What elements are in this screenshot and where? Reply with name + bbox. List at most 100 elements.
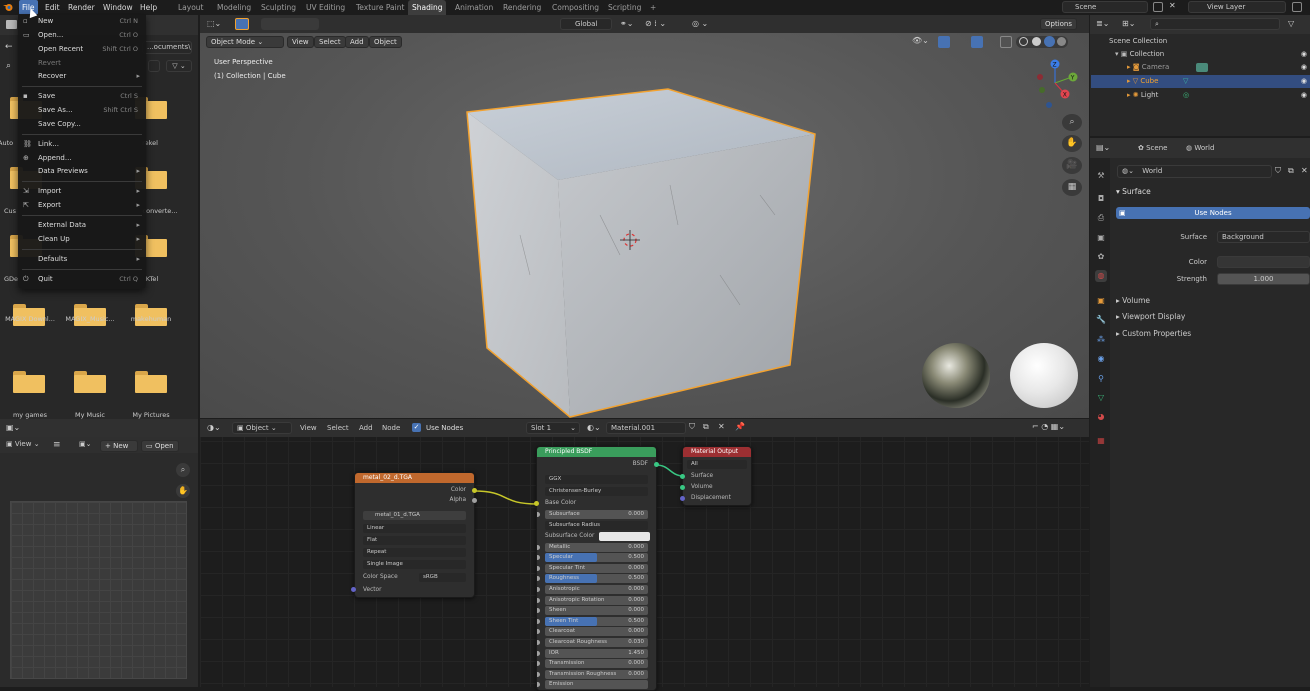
render-tab-icon[interactable]: ◘ — [1095, 193, 1107, 205]
tab-compositing[interactable]: Compositing — [548, 0, 603, 15]
menu-item-external-data[interactable]: External Data ▸ — [18, 219, 144, 232]
image-view-menu[interactable]: ▣ View ⌄ — [6, 440, 40, 448]
bsdf-param-slider[interactable]: Transmission Roughness 0.000 — [545, 669, 648, 679]
search-icon[interactable]: ⌕ — [6, 61, 11, 71]
menu-item-save[interactable]: Save Ctrl S ▪ — [18, 90, 144, 103]
folder-icon[interactable] — [135, 371, 167, 393]
surface-panel-header[interactable]: ▾ Surface — [1116, 187, 1151, 196]
view-layer-tab-icon[interactable]: ▣ — [1095, 232, 1107, 244]
param-input-socket[interactable] — [537, 587, 540, 592]
projection-dropdown[interactable]: Flat — [363, 536, 466, 545]
outliner-item-cube[interactable]: ▸ ▽ Cube ▽ ◉ — [1091, 75, 1310, 88]
surface-input-socket[interactable] — [680, 474, 685, 479]
param-input-socket[interactable] — [537, 608, 540, 614]
perspective-grid-icon[interactable]: ▦ — [1062, 179, 1082, 196]
menu-item-open-recent[interactable]: Open Recent Shift Ctrl O — [18, 43, 144, 56]
navigation-gizmo[interactable]: Z Y X — [1030, 55, 1080, 115]
menu-item-import[interactable]: Import ▸ ⇲ — [18, 185, 144, 198]
outliner-item-collection[interactable]: ▾ ▣ Collection ◉ — [1091, 48, 1310, 61]
bsdf-param-slider[interactable]: Specular Tint 0.000 — [545, 563, 648, 573]
world-datablock-field[interactable]: ◍⌄ World — [1117, 165, 1272, 178]
path-field[interactable]: ...ocuments\ — [142, 41, 192, 54]
subsurface-radius-dropdown[interactable]: Subsurface Radius — [545, 520, 648, 530]
menu-help[interactable]: Help — [137, 0, 160, 15]
bsdf-param-slider[interactable]: Transmission 0.000 — [545, 659, 648, 669]
surface-shader-dropdown[interactable]: Background — [1217, 231, 1310, 243]
bsdf-param-slider[interactable]: Subsurface 0.000 — [545, 510, 648, 519]
bsdf-param-slider[interactable]: Clearcoat Roughness 0.030 — [545, 638, 648, 647]
param-input-socket[interactable] — [537, 597, 540, 603]
bsdf-param-slider[interactable]: Anisotropic 0.000 — [545, 585, 648, 594]
world-tab-icon[interactable]: ◍ — [1095, 270, 1107, 282]
subsurface-color-swatch[interactable] — [599, 531, 650, 541]
folder-editor-icon[interactable] — [6, 20, 17, 29]
properties-type-icon[interactable]: ▤⌄ — [1096, 143, 1110, 152]
tab-uv-editing[interactable]: UV Editing — [302, 0, 349, 15]
bsdf-param-slider[interactable]: Specular 0.500 — [545, 553, 648, 563]
subsurface-method-dropdown[interactable]: Christensen-Burley — [545, 487, 648, 496]
param-input-socket[interactable] — [537, 640, 540, 645]
base-color-input-socket[interactable] — [534, 501, 539, 506]
image-node-header[interactable]: metal_02_d.TGA — [355, 473, 474, 483]
interpolation-dropdown[interactable]: Linear — [363, 524, 466, 533]
tool-tab-icon[interactable]: ⚒ — [1095, 170, 1107, 182]
param-input-socket[interactable] — [537, 576, 540, 582]
distribution-dropdown[interactable]: GGX — [545, 475, 648, 484]
particles-tab-icon[interactable]: ⁂ — [1095, 334, 1107, 346]
bsdf-param-slider[interactable]: Metallic 0.000 — [545, 542, 648, 552]
volume-panel-header[interactable]: ▸ Volume — [1116, 296, 1150, 305]
menu-item-save-copy[interactable]: Save Copy... — [18, 118, 144, 131]
view-layer-selector[interactable]: View Layer — [1188, 1, 1286, 13]
menu-item-data-previews[interactable]: Data Previews ▸ — [18, 165, 144, 178]
filter-dropdown[interactable]: ▽ ⌄ — [166, 60, 192, 72]
param-input-socket[interactable] — [537, 544, 540, 550]
menu-item-link[interactable]: Link... ⛓ — [18, 138, 144, 151]
physics-tab-icon[interactable]: ◉ — [1095, 353, 1107, 365]
eye-icon[interactable]: ◉ — [1301, 48, 1307, 61]
tab-layout[interactable]: Layout — [174, 0, 208, 15]
bsdf-param-slider[interactable]: Clearcoat 0.000 — [545, 627, 648, 637]
zoom-icon[interactable]: ⌕ — [176, 463, 190, 477]
blender-logo-icon[interactable] — [3, 2, 13, 12]
copy-world-icon[interactable]: ⧉ — [1288, 166, 1294, 176]
output-target-dropdown[interactable]: All — [687, 460, 747, 469]
menu-item-export[interactable]: Export ▸ ⇱ — [18, 199, 144, 212]
eye-icon[interactable]: ◉ — [1301, 61, 1307, 74]
output-node-header[interactable]: Material Output — [683, 447, 751, 457]
outliner-search-field[interactable]: ⌕ — [1150, 18, 1280, 30]
param-input-socket[interactable] — [537, 661, 540, 667]
outliner-type-icon[interactable]: ≣⌄ — [1096, 19, 1109, 28]
node-editor-panel[interactable]: ◑⌄ ▣ Object ⌄ View Select Add Node ✓ Use… — [200, 419, 1089, 691]
material-tab-icon[interactable]: ◕ — [1095, 411, 1107, 423]
bsdf-param-slider[interactable]: Sheen 0.000 — [545, 606, 648, 616]
viewport-display-panel-header[interactable]: ▸ Viewport Display — [1116, 312, 1185, 321]
bsdf-param-slider[interactable]: Emission — [545, 680, 648, 690]
fake-user-shield-icon[interactable]: ⛉ — [1275, 166, 1281, 176]
menu-item-open[interactable]: Open... Ctrl O ▭ — [18, 29, 144, 42]
pan-hand-icon[interactable]: ✋ — [1062, 135, 1082, 152]
alpha-output-socket[interactable] — [472, 498, 477, 503]
outliner-item-light[interactable]: ▸ ✺ Light ◎ ◉ — [1091, 89, 1310, 102]
menu-item-recover[interactable]: Recover ▸ — [18, 70, 144, 83]
menu-render[interactable]: Render — [65, 0, 98, 15]
new-image-button[interactable]: + New — [100, 440, 138, 452]
image-texture-node[interactable]: metal_02_d.TGA Color Alpha metal_01_d.TG… — [354, 472, 475, 598]
outliner-item-camera[interactable]: ▸ ◙ Camera ◉ — [1091, 61, 1310, 74]
image-canvas-grid[interactable] — [10, 501, 187, 679]
material-output-node[interactable]: Material Output All Surface Volume Displ… — [682, 446, 752, 506]
constraints-tab-icon[interactable]: ⚲ — [1095, 373, 1107, 385]
use-nodes-button[interactable]: ▣ Use Nodes — [1116, 207, 1310, 219]
displacement-input-socket[interactable] — [680, 496, 685, 501]
tab-modeling[interactable]: Modeling — [213, 0, 255, 15]
custom-properties-panel-header[interactable]: ▸ Custom Properties — [1116, 329, 1191, 338]
close-scene-icon[interactable]: ✕ — [1169, 1, 1176, 10]
add-workspace-button[interactable]: + — [646, 0, 660, 15]
eye-icon[interactable]: ◉ — [1301, 89, 1307, 102]
tab-rendering[interactable]: Rendering — [499, 0, 545, 15]
bsdf-param-slider[interactable]: Sheen Tint 0.500 — [545, 616, 648, 626]
scene-tab-icon[interactable]: ✿ — [1095, 251, 1107, 263]
pan-hand-icon[interactable]: ✋ — [176, 484, 190, 498]
tab-texture-paint[interactable]: Texture Paint — [352, 0, 408, 15]
filter-funnel-icon[interactable]: ▽ — [1288, 19, 1294, 28]
modifier-tab-icon[interactable]: 🔧 — [1095, 314, 1107, 326]
